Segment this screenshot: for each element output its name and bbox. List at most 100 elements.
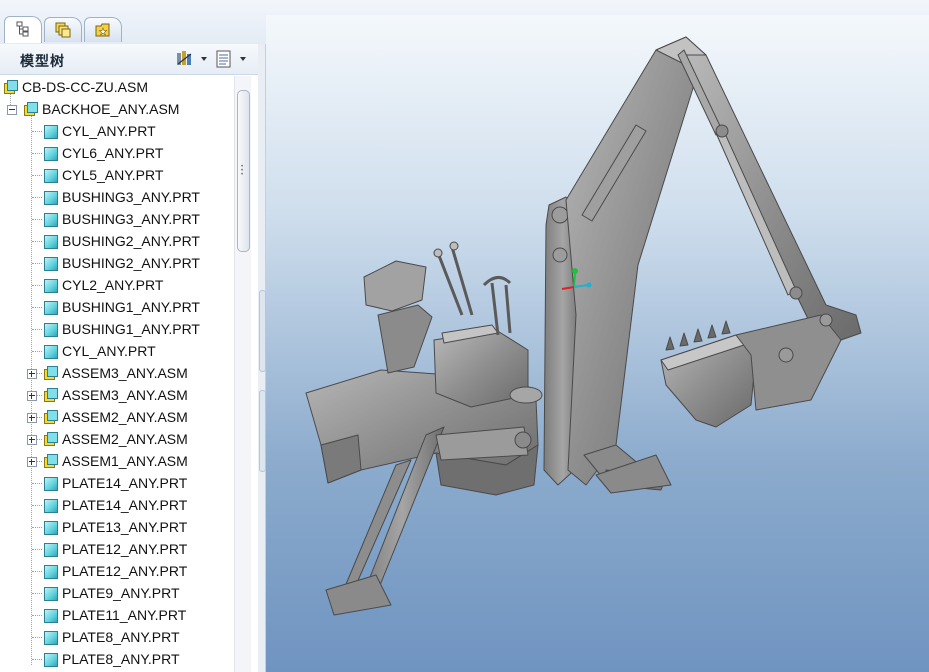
part-icon	[44, 631, 58, 645]
tree-item-assembly[interactable]: ASSEM1_ANY.ASM	[0, 450, 234, 472]
tree-item-assembly[interactable]: ASSEM3_ANY.ASM	[0, 362, 234, 384]
tree-item-label: BUSHING2_ANY.PRT	[62, 255, 200, 271]
splitter-handle-bottom[interactable]	[259, 390, 266, 472]
layers-icon	[55, 22, 71, 38]
tree-item-part[interactable]: BUSHING3_ANY.PRT	[0, 186, 234, 208]
model-tree-header: 模型树	[0, 44, 258, 75]
expand-icon[interactable]	[27, 413, 37, 423]
tree-item-label: CYL2_ANY.PRT	[62, 277, 164, 293]
tree-item-part[interactable]: PLATE12_ANY.PRT	[0, 560, 234, 582]
favorites-tab[interactable]	[84, 17, 122, 42]
tree-item-part[interactable]: PLATE14_ANY.PRT	[0, 494, 234, 516]
tree-item-label: BUSHING3_ANY.PRT	[62, 211, 200, 227]
tree-item-label: ASSEM1_ANY.ASM	[62, 453, 188, 469]
tree-item-part[interactable]: CYL5_ANY.PRT	[0, 164, 234, 186]
tree-item-part[interactable]: PLATE14_ANY.PRT	[0, 472, 234, 494]
tree-item-label: PLATE12_ANY.PRT	[62, 563, 188, 579]
tree-scrollbar[interactable]: • • •	[234, 76, 251, 672]
tree-item-part[interactable]: CYL_ANY.PRT	[0, 120, 234, 142]
part-icon	[44, 147, 58, 161]
tree-item-part[interactable]: BUSHING1_ANY.PRT	[0, 296, 234, 318]
part-icon	[44, 521, 58, 535]
model-tree-tab[interactable]	[4, 16, 42, 43]
tree-item-part[interactable]: CYL6_ANY.PRT	[0, 142, 234, 164]
tree-item-label: BUSHING1_ANY.PRT	[62, 299, 200, 315]
tree-item-label: ASSEM2_ANY.ASM	[62, 409, 188, 425]
tree-item-part[interactable]: BUSHING2_ANY.PRT	[0, 252, 234, 274]
tree-item-label: PLATE12_ANY.PRT	[62, 541, 188, 557]
tree-item-assembly[interactable]: ASSEM2_ANY.ASM	[0, 428, 234, 450]
tree-item-label: PLATE11_ANY.PRT	[62, 607, 187, 623]
collapse-icon[interactable]	[7, 105, 17, 115]
tree-item-label: PLATE9_ANY.PRT	[62, 585, 180, 601]
tree-item-label: ASSEM3_ANY.ASM	[62, 387, 188, 403]
part-icon	[44, 235, 58, 249]
tree-item-label: CYL_ANY.PRT	[62, 123, 156, 139]
tree-item-part[interactable]: CYL_ANY.PRT	[0, 340, 234, 362]
part-icon	[44, 653, 58, 667]
splitter-handle-top[interactable]	[259, 290, 266, 372]
layers-tab[interactable]	[44, 17, 82, 42]
assembly-icon	[44, 410, 58, 424]
expand-icon[interactable]	[27, 369, 37, 379]
tree-item-label: PLATE8_ANY.PRT	[62, 651, 180, 667]
tree-item-part[interactable]: PLATE11_ANY.PRT	[0, 604, 234, 626]
tree-icon	[16, 21, 29, 37]
part-icon	[44, 279, 58, 293]
part-icon	[44, 191, 58, 205]
tree-item-label: CYL6_ANY.PRT	[62, 145, 164, 161]
tree-item-assembly[interactable]: BACKHOE_ANY.ASM	[0, 98, 234, 120]
part-icon	[44, 345, 58, 359]
expand-icon[interactable]	[27, 457, 37, 467]
expand-icon[interactable]	[27, 435, 37, 445]
part-icon	[44, 301, 58, 315]
tree-item-part[interactable]: CYL2_ANY.PRT	[0, 274, 234, 296]
part-icon	[44, 125, 58, 139]
tree-item-label: BUSHING3_ANY.PRT	[62, 189, 200, 205]
model-tree: CB-DS-CC-ZU.ASM BACKHOE_ANY.ASM CYL_ANY.PR…	[0, 76, 234, 672]
tree-item-part[interactable]: PLATE9_ANY.PRT	[0, 582, 234, 604]
tree-item-assembly[interactable]: ASSEM3_ANY.ASM	[0, 384, 234, 406]
graphics-viewport[interactable]	[266, 15, 929, 672]
part-icon	[44, 543, 58, 557]
assembly-icon	[24, 102, 38, 116]
tree-item-part[interactable]: PLATE8_ANY.PRT	[0, 648, 234, 670]
tree-item-part[interactable]: BUSHING1_ANY.PRT	[0, 318, 234, 340]
backhoe-model	[305, 36, 862, 616]
tree-item-part[interactable]: PLATE12_ANY.PRT	[0, 538, 234, 560]
part-icon	[44, 565, 58, 579]
tree-item-label: BACKHOE_ANY.ASM	[42, 101, 180, 117]
part-icon	[44, 169, 58, 183]
tree-item-label: PLATE13_ANY.PRT	[62, 519, 188, 535]
tree-item-label: PLATE14_ANY.PRT	[62, 497, 188, 513]
tree-show-button[interactable]	[214, 50, 248, 68]
tree-settings-icon	[177, 51, 192, 65]
tree-scrollbar-thumb[interactable]: • • •	[237, 90, 250, 252]
panel-splitter[interactable]	[258, 44, 266, 672]
tree-item-label: PLATE14_ANY.PRT	[62, 475, 188, 491]
tree-item-part[interactable]: BUSHING3_ANY.PRT	[0, 208, 234, 230]
tree-show-icon	[216, 50, 231, 68]
part-icon	[44, 609, 58, 623]
tree-item-label: CB-DS-CC-ZU.ASM	[22, 79, 148, 95]
tree-item-assembly[interactable]: ASSEM2_ANY.ASM	[0, 406, 234, 428]
tree-item-assembly[interactable]: CB-DS-CC-ZU.ASM	[0, 76, 234, 98]
part-icon	[44, 213, 58, 227]
tree-item-label: ASSEM2_ANY.ASM	[62, 431, 188, 447]
folder-star-icon	[95, 23, 110, 37]
expand-icon[interactable]	[27, 391, 37, 401]
tree-item-label: CYL5_ANY.PRT	[62, 167, 164, 183]
tree-item-part[interactable]: PLATE13_ANY.PRT	[0, 516, 234, 538]
tree-item-part[interactable]: BUSHING2_ANY.PRT	[0, 230, 234, 252]
tree-item-part[interactable]: PLATE8_ANY.PRT	[0, 626, 234, 648]
part-icon	[44, 257, 58, 271]
assembly-icon	[44, 366, 58, 380]
tree-item-label: CYL_ANY.PRT	[62, 343, 156, 359]
tree-settings-button[interactable]	[175, 50, 209, 68]
assembly-icon	[44, 454, 58, 468]
tree-item-label: PLATE8_ANY.PRT	[62, 629, 180, 645]
assembly-icon	[44, 432, 58, 446]
part-icon	[44, 587, 58, 601]
tree-item-label: ASSEM3_ANY.ASM	[62, 365, 188, 381]
part-icon	[44, 499, 58, 513]
